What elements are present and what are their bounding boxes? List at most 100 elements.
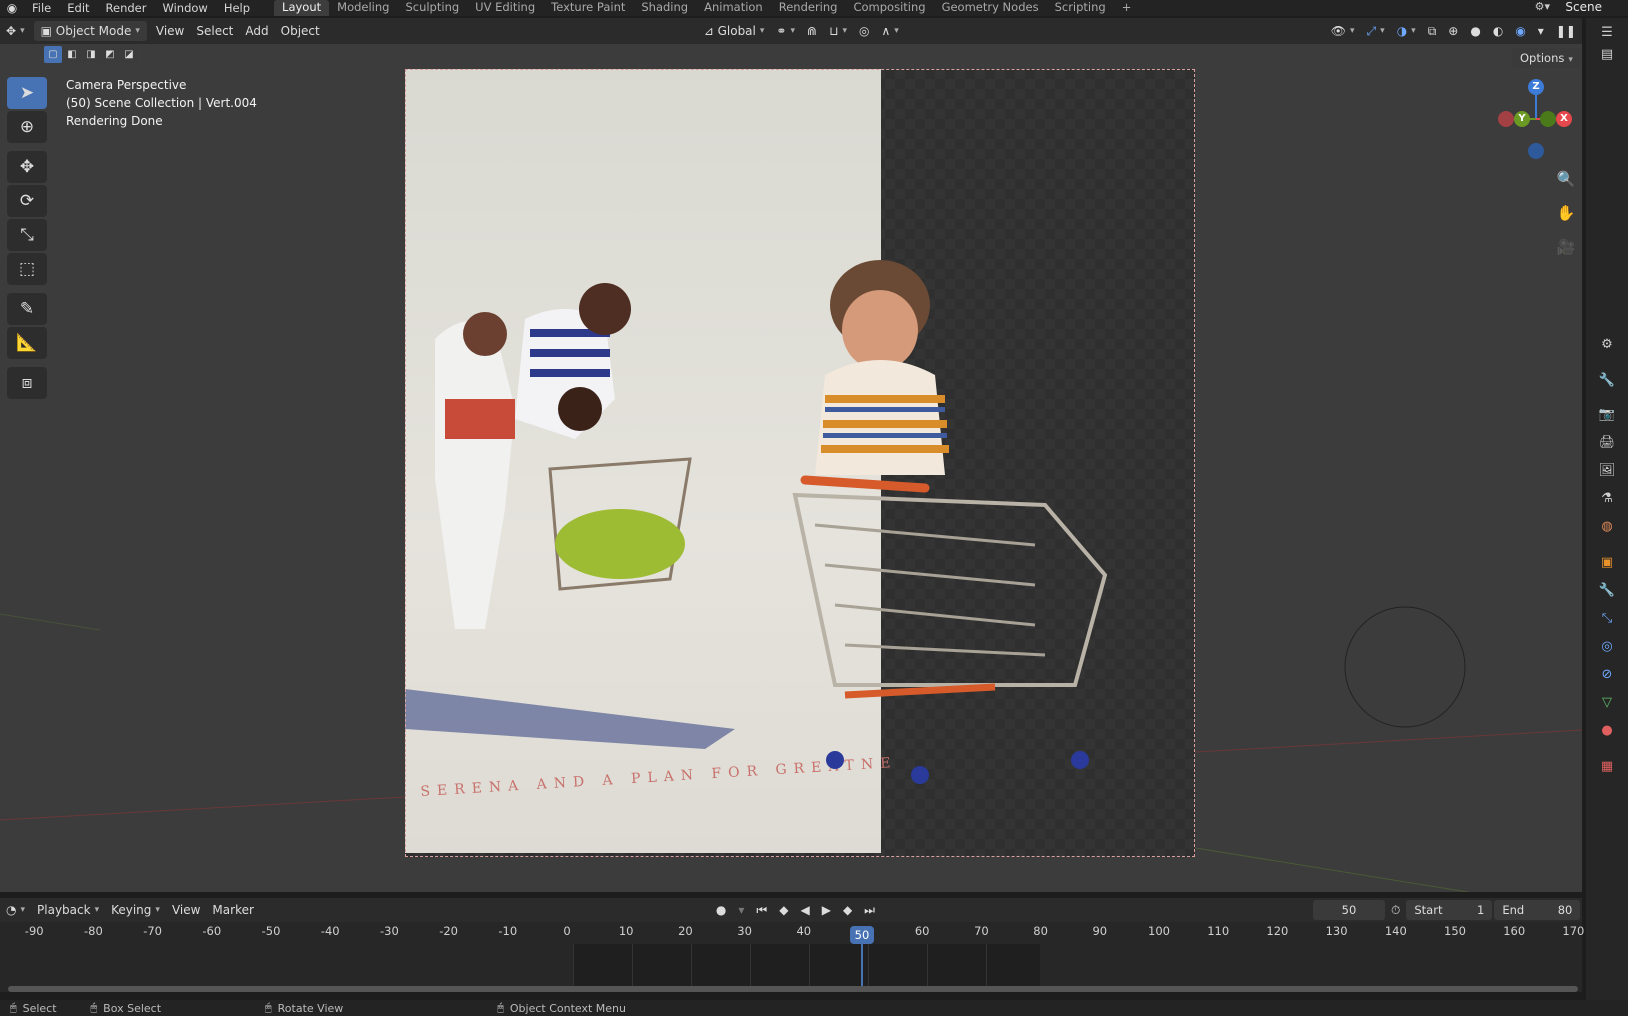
falloff-icon[interactable]: ∧ ▾ <box>875 21 904 41</box>
gizmo-neg-x-axis[interactable] <box>1498 111 1514 127</box>
scene-name[interactable]: Scene <box>1565 0 1602 14</box>
tab-sculpting[interactable]: Sculpting <box>397 0 467 16</box>
rendered-shading-icon[interactable]: ◉ <box>1509 21 1531 41</box>
particles-icon[interactable]: ⤡ <box>1596 608 1618 630</box>
gizmo-x-axis[interactable]: X <box>1556 111 1572 127</box>
outliner-editor-icon[interactable]: ☰ <box>1596 22 1618 44</box>
current-frame-field[interactable]: 50 <box>1312 900 1385 920</box>
play-reverse-icon[interactable]: ◀ <box>794 900 815 920</box>
scene-properties-icon[interactable]: ⚗ <box>1596 488 1618 510</box>
material-properties-icon[interactable]: ● <box>1596 720 1618 742</box>
scale-tool-icon[interactable]: ⤡ <box>7 219 47 251</box>
timeline-view-menu[interactable]: View <box>166 900 206 920</box>
frame-ruler[interactable]: -90 -80 -70 -60 -50 -40 -30 -20 -10 0 10 20 30 40 50 60… <box>0 924 1585 944</box>
menu-object[interactable]: Object <box>275 21 326 41</box>
gizmo-neg-y-axis[interactable] <box>1540 111 1556 127</box>
object-data-icon[interactable]: ▽ <box>1596 692 1618 714</box>
menu-edit[interactable]: Edit <box>59 1 97 15</box>
pivot-icon[interactable]: ⚭ ▾ <box>770 21 801 41</box>
start-frame-field[interactable]: Start 1 <box>1406 900 1493 920</box>
tab-modeling[interactable]: Modeling <box>329 0 397 16</box>
zoom-icon[interactable]: 🔍 <box>1553 168 1579 190</box>
menu-help[interactable]: Help <box>216 1 258 15</box>
tab-shading[interactable]: Shading <box>633 0 696 16</box>
marker-menu[interactable]: Marker <box>206 900 259 920</box>
blender-logo-icon[interactable]: ◉ <box>0 1 24 15</box>
visibility-icon[interactable]: 👁 ▾ <box>1325 21 1361 41</box>
pause-render-icon[interactable]: ❚❚ <box>1550 21 1582 41</box>
menu-add[interactable]: Add <box>239 21 274 41</box>
tab-uv-editing[interactable]: UV Editing <box>467 0 543 16</box>
texture-properties-icon[interactable]: ▦ <box>1596 756 1618 778</box>
gizmo-toggle-icon[interactable]: ⤢ ▾ <box>1361 21 1391 41</box>
annotate-tool-icon[interactable]: ✎ <box>7 293 47 325</box>
measure-tool-icon[interactable]: 📐 <box>7 327 47 359</box>
add-workspace-button[interactable]: + <box>1114 0 1140 16</box>
frame-range-area[interactable] <box>573 944 1040 986</box>
menu-render[interactable]: Render <box>98 1 155 15</box>
cursor-tool-icon[interactable]: ⊕ <box>7 111 47 143</box>
options-dropdown[interactable]: Options ▾ <box>1512 48 1581 68</box>
timeline-editor-type-icon[interactable]: ◔ ▾ <box>0 900 31 920</box>
add-cube-tool-icon[interactable]: ⧈ <box>7 367 47 399</box>
mode-dropdown[interactable]: ▣ Object Mode ▾ <box>33 21 147 41</box>
keying-menu[interactable]: Keying ▾ <box>105 900 166 920</box>
object-properties-icon[interactable]: ▣ <box>1596 552 1618 574</box>
autokey-dropdown-icon[interactable]: ▾ <box>732 900 750 920</box>
solid-shading-icon[interactable]: ● <box>1464 21 1486 41</box>
menu-select[interactable]: Select <box>190 21 239 41</box>
tab-geometry-nodes[interactable]: Geometry Nodes <box>934 0 1047 16</box>
next-keyframe-icon[interactable]: ◆ <box>837 900 858 920</box>
navigation-gizmo[interactable]: Z X Y <box>1490 77 1572 163</box>
menu-file[interactable]: File <box>24 1 59 15</box>
menu-view[interactable]: View <box>150 21 190 41</box>
properties-editor-icon[interactable]: ⚙ <box>1596 334 1618 356</box>
camera-view-icon[interactable]: 🎥 <box>1553 236 1579 258</box>
scene-icon[interactable]: ⚙▾ <box>1535 0 1550 13</box>
tab-layout[interactable]: Layout <box>274 0 330 16</box>
record-keyframe-icon[interactable]: ● <box>710 900 732 920</box>
tab-compositing[interactable]: Compositing <box>845 0 933 16</box>
timeline-scrollbar[interactable] <box>8 986 1578 992</box>
tab-animation[interactable]: Animation <box>696 0 771 16</box>
snap-icon[interactable]: ⋒ <box>801 21 823 41</box>
transform-tool-icon[interactable]: ⬚ <box>7 253 47 285</box>
gizmo-z-axis[interactable]: Z <box>1528 79 1544 95</box>
menu-window[interactable]: Window <box>154 1 215 15</box>
editor-type-icon[interactable]: ✥ ▾ <box>0 21 31 41</box>
select-box-tool-icon[interactable]: ➤ <box>7 77 47 109</box>
move-tool-icon[interactable]: ✥ <box>7 151 47 183</box>
select-intersect-icon[interactable]: ◪ <box>120 46 138 63</box>
render-properties-icon[interactable]: 📷 <box>1596 404 1618 426</box>
select-extend-icon[interactable]: ◧ <box>63 46 81 63</box>
gizmo-neg-z-axis[interactable] <box>1528 143 1544 159</box>
select-difference-icon[interactable]: ◩ <box>101 46 119 63</box>
physics-icon[interactable]: ◎ <box>1596 636 1618 658</box>
tool-settings-icon[interactable]: 🔧 <box>1596 370 1618 392</box>
select-subtract-icon[interactable]: ◨ <box>82 46 100 63</box>
tab-rendering[interactable]: Rendering <box>771 0 846 16</box>
modifier-properties-icon[interactable]: 🔧 <box>1596 580 1618 602</box>
playhead[interactable]: 50 <box>850 926 874 944</box>
playback-menu[interactable]: Playback ▾ <box>31 900 105 920</box>
tab-texture-paint[interactable]: Texture Paint <box>543 0 633 16</box>
material-shading-icon[interactable]: ◐ <box>1487 21 1509 41</box>
world-properties-icon[interactable]: ◍ <box>1596 516 1618 538</box>
wireframe-shading-icon[interactable]: ⊕ <box>1442 21 1464 41</box>
output-properties-icon[interactable]: 🖨 <box>1596 432 1618 454</box>
transform-orientation-dropdown[interactable]: ⊿ Global ▾ <box>698 21 771 41</box>
play-icon[interactable]: ▶ <box>816 900 837 920</box>
view-layer-icon[interactable]: 🖼 <box>1596 460 1618 482</box>
preview-range-icon[interactable]: ⏱ <box>1385 900 1406 920</box>
proportional-edit-icon[interactable]: ◎ <box>853 21 875 41</box>
pan-hand-icon[interactable]: ✋ <box>1553 202 1579 224</box>
prev-keyframe-icon[interactable]: ◆ <box>773 900 794 920</box>
tab-scripting[interactable]: Scripting <box>1047 0 1114 16</box>
select-new-icon[interactable]: ▢ <box>44 46 62 63</box>
end-frame-field[interactable]: End 80 <box>1494 900 1581 920</box>
snap-target-icon[interactable]: ⊔ ▾ <box>823 21 853 41</box>
shading-options-icon[interactable]: ▾ <box>1532 21 1550 41</box>
overlay-toggle-icon[interactable]: ◑ ▾ <box>1391 21 1422 41</box>
gizmo-y-axis[interactable]: Y <box>1514 111 1530 127</box>
constraints-icon[interactable]: ⊘ <box>1596 664 1618 686</box>
